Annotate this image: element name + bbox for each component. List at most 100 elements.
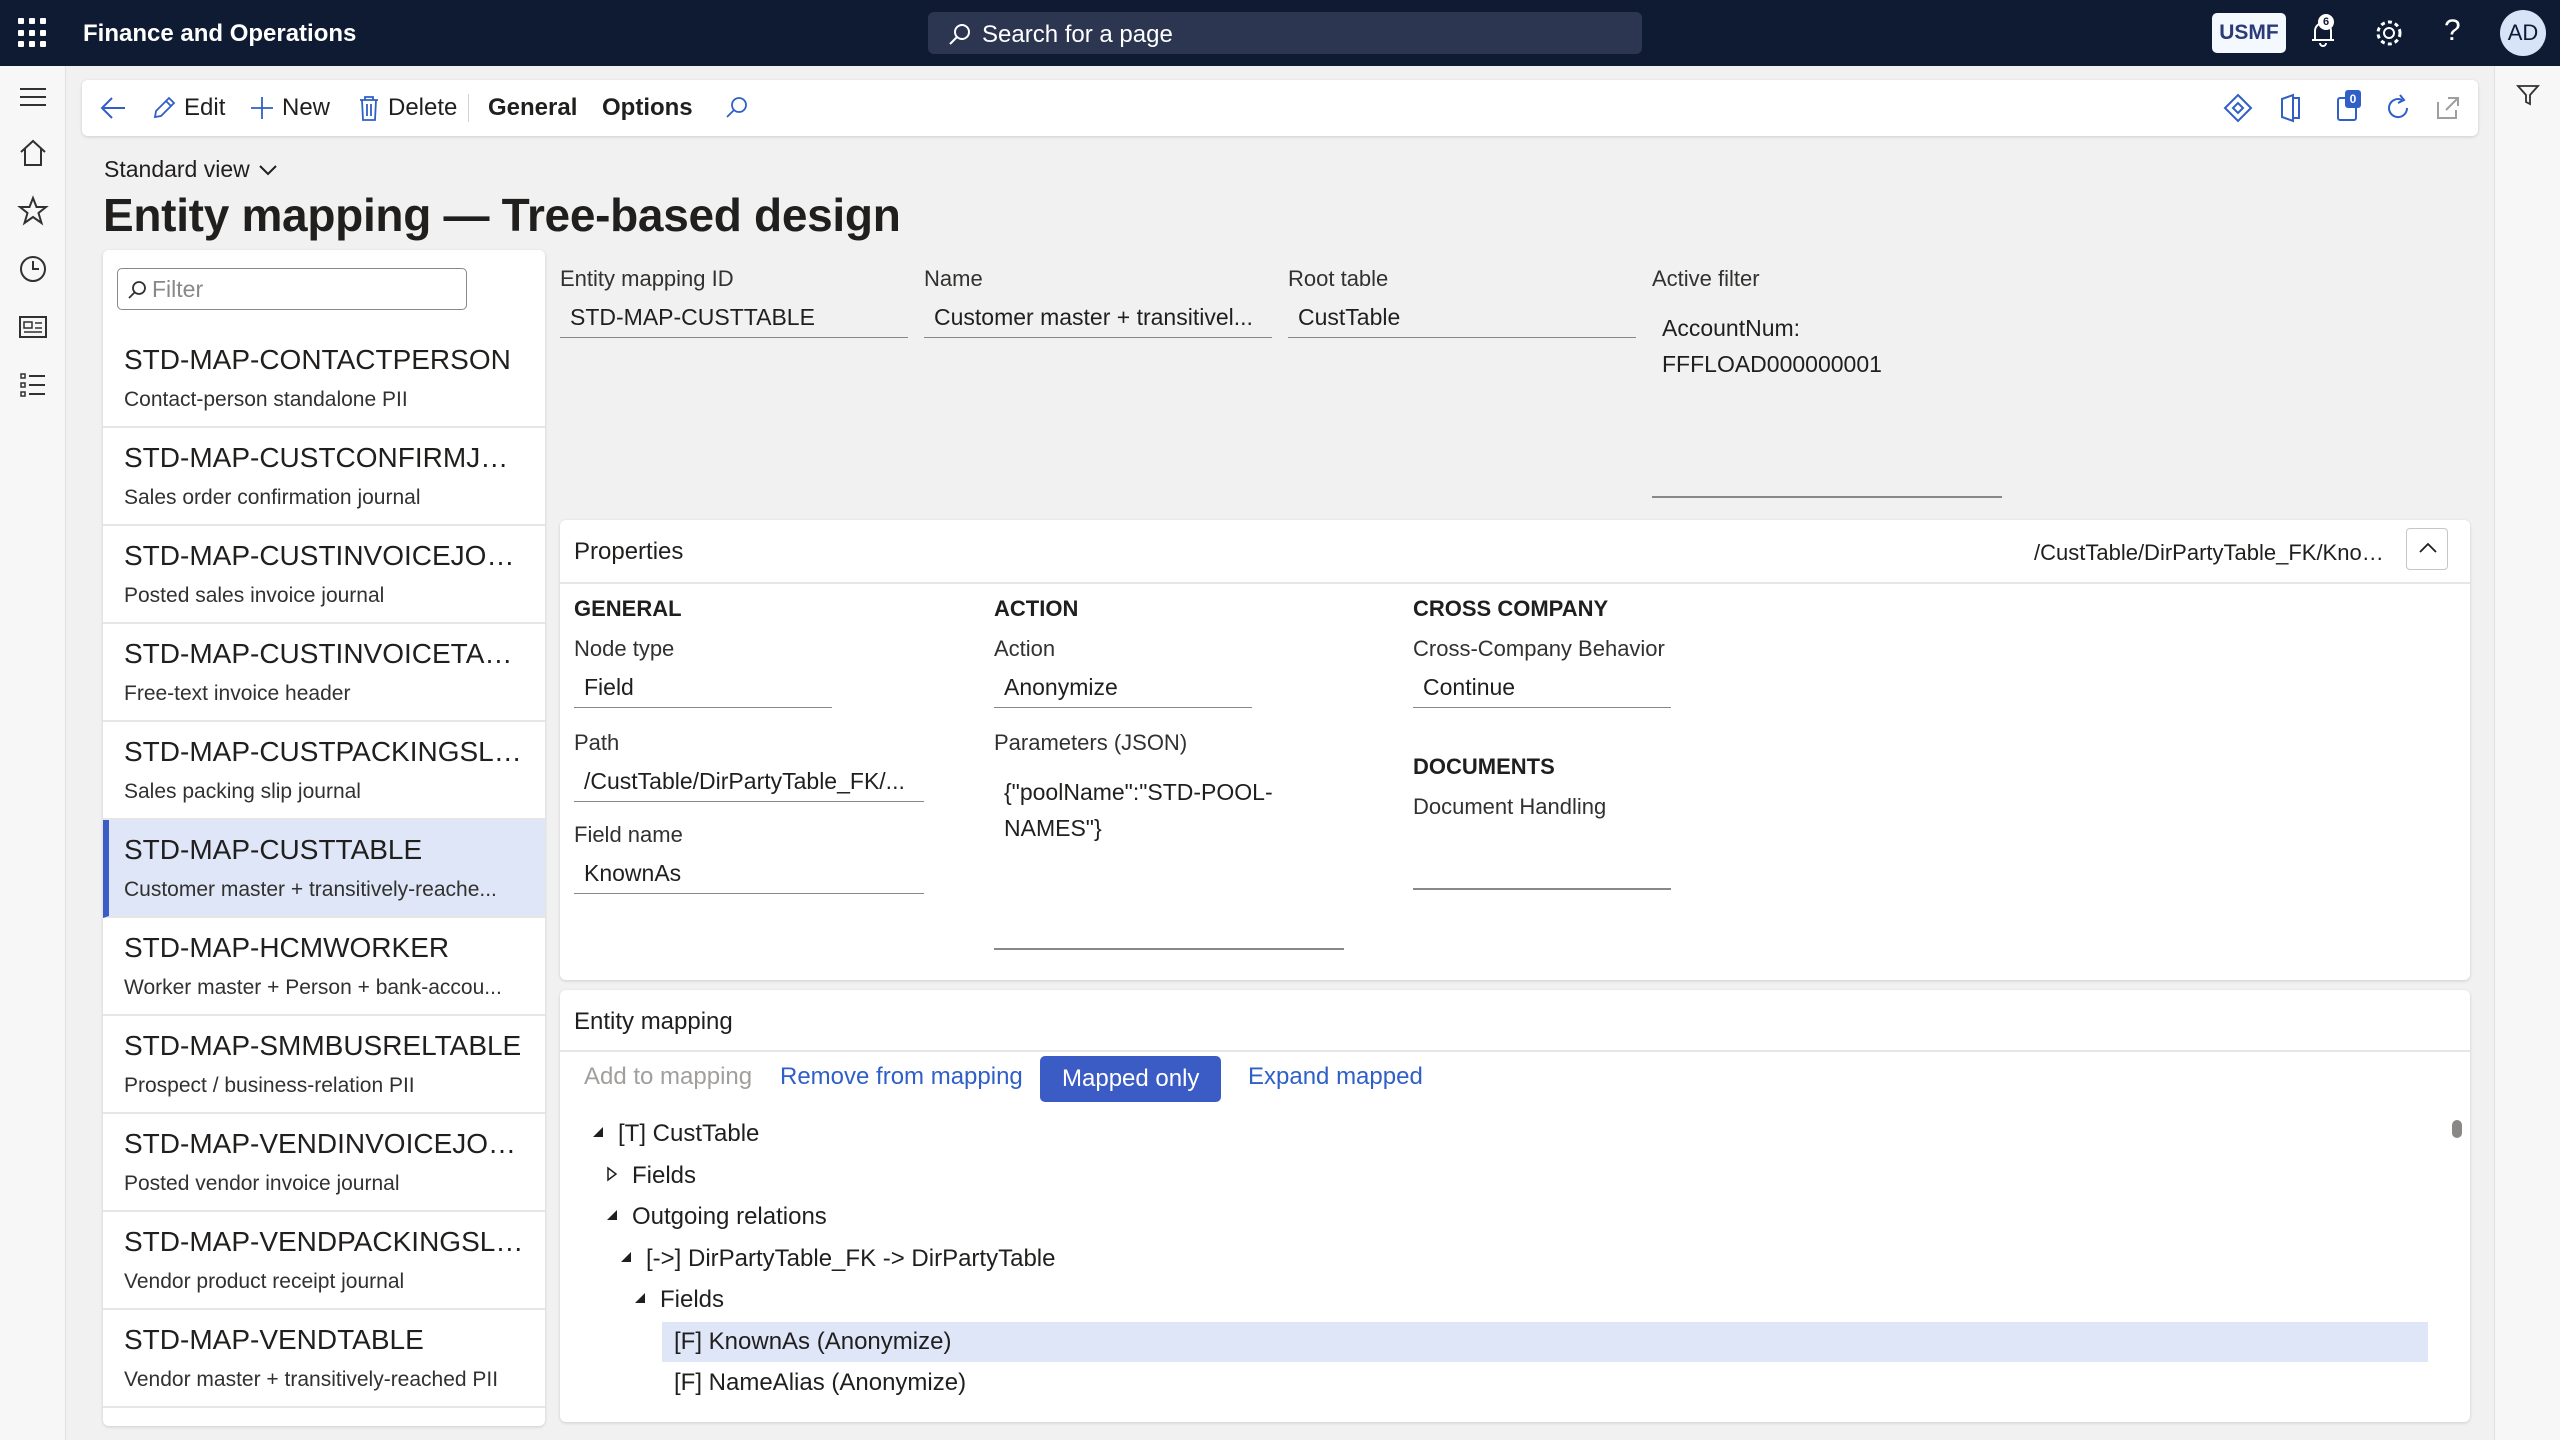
tab-options[interactable]: Options — [602, 80, 693, 136]
list-item[interactable]: STD-MAP-CUSTCONFIRMJOUR Sales order confi… — [103, 428, 545, 526]
search-icon — [128, 281, 146, 299]
new-button[interactable]: New — [248, 80, 330, 136]
active-filter-line: AccountNum: — [1662, 315, 1801, 341]
mapping-list: STD-MAP-CONTACTPERSON Contact-person stan… — [103, 330, 545, 1408]
expanded-triangle-icon[interactable] — [604, 1207, 620, 1223]
diamond-icon[interactable] — [2222, 92, 2254, 124]
list-item[interactable]: STD-MAP-VENDPACKINGSLI... Vendor product … — [103, 1212, 545, 1310]
node-type-field[interactable]: Field — [574, 670, 832, 708]
expand-mapped-button[interactable]: Expand mapped — [1238, 1052, 1433, 1102]
name-field[interactable]: Customer master + transitivel... — [924, 300, 1272, 338]
delete-button[interactable]: Delete — [356, 80, 457, 136]
tree-node[interactable]: [T] CustTable — [618, 1114, 759, 1154]
remove-from-mapping-button[interactable]: Remove from mapping — [770, 1052, 1033, 1102]
tree-node[interactable]: Fields — [632, 1156, 696, 1196]
properties-path-summary: /CustTable/DirPartyTable_FK/Know... — [2034, 540, 2394, 565]
document-handling-field[interactable] — [1413, 838, 1671, 890]
tree-node[interactable]: [F] NameAlias (Anonymize) — [674, 1363, 966, 1403]
expanded-triangle-icon[interactable] — [632, 1290, 648, 1306]
tree-node[interactable]: Fields — [660, 1280, 724, 1320]
field-name-label: Field name — [574, 822, 683, 847]
hamburger-icon[interactable] — [16, 80, 50, 114]
list-item[interactable]: STD-MAP-HCMWORKER Worker master + Person … — [103, 918, 545, 1016]
notification-count: 6 — [2318, 14, 2334, 30]
home-icon[interactable] — [16, 136, 50, 170]
parameters-field[interactable]: {"poolName":"STD-POOL- NAMES"} — [994, 770, 1344, 950]
list-item-subtitle: Posted vendor invoice journal — [124, 1172, 400, 1195]
filter-icon[interactable] — [2515, 82, 2541, 108]
page-search-box[interactable]: Search for a page — [928, 12, 1642, 54]
action-field[interactable]: Anonymize — [994, 670, 1252, 708]
list-item[interactable]: STD-MAP-SMMBUSRELTABLE Prospect / busines… — [103, 1016, 545, 1114]
view-selector-label: Standard view — [104, 156, 250, 182]
entity-mapping-title: Entity mapping — [574, 1008, 733, 1035]
entity-mapping-id-field[interactable]: STD-MAP-CUSTTABLE — [560, 300, 908, 338]
top-bar: Finance and Operations Search for a page… — [0, 0, 2560, 66]
mapping-list-panel: STD-MAP-CONTACTPERSON Contact-person stan… — [103, 250, 545, 1426]
view-selector[interactable]: Standard view — [104, 156, 278, 183]
attachments-count-badge: 0 — [2345, 90, 2361, 108]
active-filter-line: FFFLOAD000000001 — [1662, 351, 1882, 377]
mapped-only-toggle[interactable]: Mapped only — [1040, 1056, 1222, 1102]
list-item[interactable]: STD-MAP-CUSTTABLE Customer master + trans… — [103, 820, 545, 918]
action-pane: Edit New Delete General Options — [82, 80, 2478, 136]
tab-general[interactable]: General — [488, 80, 577, 136]
app-launcher-icon[interactable] — [18, 18, 48, 48]
group-action-heading: ACTION — [994, 596, 1079, 621]
path-field[interactable]: /CustTable/DirPartyTable_FK/... — [574, 764, 924, 802]
avatar[interactable]: AD — [2500, 10, 2546, 56]
properties-panel: Properties /CustTable/DirPartyTable_FK/K… — [560, 520, 2470, 980]
trash-icon — [360, 96, 378, 121]
edit-label: Edit — [184, 94, 226, 121]
company-picker[interactable]: USMF — [2212, 13, 2286, 53]
refresh-icon[interactable] — [2382, 92, 2414, 124]
cross-company-behavior-field[interactable]: Continue — [1413, 670, 1671, 708]
filter-box[interactable] — [117, 268, 467, 310]
help-icon[interactable]: ? — [2444, 14, 2461, 48]
list-item[interactable]: STD-MAP-CUSTINVOICEJOUR Posted sales invo… — [103, 526, 545, 624]
list-item[interactable]: STD-MAP-CUSTINVOICETABLE Free-text invoic… — [103, 624, 545, 722]
app-title[interactable]: Finance and Operations — [83, 20, 356, 48]
tree-node-label: [->] DirPartyTable_FK -> DirPartyTable — [646, 1245, 1056, 1272]
properties-header[interactable]: Properties /CustTable/DirPartyTable_FK/K… — [560, 520, 2470, 584]
star-icon[interactable] — [16, 194, 50, 228]
root-table-field[interactable]: CustTable — [1288, 300, 1636, 338]
popout-icon[interactable] — [2432, 92, 2464, 124]
office-icon[interactable] — [2274, 92, 2306, 124]
tree-node[interactable]: Outgoing relations — [632, 1197, 827, 1237]
list-item-title: STD-MAP-VENDPACKINGSLI... — [124, 1226, 524, 1257]
expanded-triangle-icon[interactable] — [618, 1249, 634, 1265]
delete-label: Delete — [388, 94, 458, 121]
collapse-button[interactable] — [2406, 528, 2448, 570]
tree-node-label: Fields — [632, 1162, 697, 1189]
list-icon[interactable] — [16, 368, 50, 402]
list-item-subtitle: Vendor master + transitively-reached PII — [124, 1368, 499, 1391]
tree-node[interactable]: [F] KnownAs (Anonymize) — [662, 1322, 2428, 1362]
list-item-title: STD-MAP-VENDINVOICEJOUR — [124, 1128, 524, 1159]
workspace-icon[interactable] — [16, 310, 50, 344]
group-cross-company-heading: CROSS COMPANY — [1413, 596, 1609, 621]
tree-node-label: [F] NameAlias (Anonymize) — [674, 1369, 967, 1396]
chevron-down-icon — [259, 164, 277, 175]
entity-mapping-panel: Entity mapping Add to mapping Remove fro… — [560, 990, 2470, 1422]
active-filter-field[interactable]: AccountNum: FFFLOAD000000001 — [1652, 306, 2002, 498]
tree-node-label: Outgoing relations — [632, 1203, 827, 1230]
filter-input[interactable] — [152, 275, 452, 303]
clock-icon[interactable] — [16, 252, 50, 286]
edit-button[interactable]: Edit — [150, 80, 225, 136]
list-item[interactable]: STD-MAP-VENDINVOICEJOUR Posted vendor inv… — [103, 1114, 545, 1212]
scrollbar-thumb[interactable] — [2452, 1120, 2462, 1138]
field-name-field[interactable]: KnownAs — [574, 856, 924, 894]
list-item[interactable]: STD-MAP-CUSTPACKINGSLIP... Sales packing … — [103, 722, 545, 820]
add-to-mapping-button[interactable]: Add to mapping — [574, 1052, 762, 1102]
tree-node[interactable]: [->] DirPartyTable_FK -> DirPartyTable — [646, 1239, 1055, 1279]
expanded-triangle-icon[interactable] — [590, 1124, 606, 1140]
list-item[interactable]: STD-MAP-VENDTABLE Vendor master + transit… — [103, 1310, 545, 1408]
search-icon[interactable] — [722, 94, 750, 122]
back-arrow-icon[interactable] — [98, 94, 128, 122]
list-item-title: STD-MAP-CUSTPACKINGSLIP... — [124, 736, 524, 767]
list-item[interactable]: STD-MAP-CONTACTPERSON Contact-person stan… — [103, 330, 545, 428]
collapsed-triangle-icon[interactable] — [604, 1166, 620, 1182]
gear-icon[interactable] — [2372, 16, 2406, 50]
right-pane-strip — [2494, 66, 2560, 1440]
